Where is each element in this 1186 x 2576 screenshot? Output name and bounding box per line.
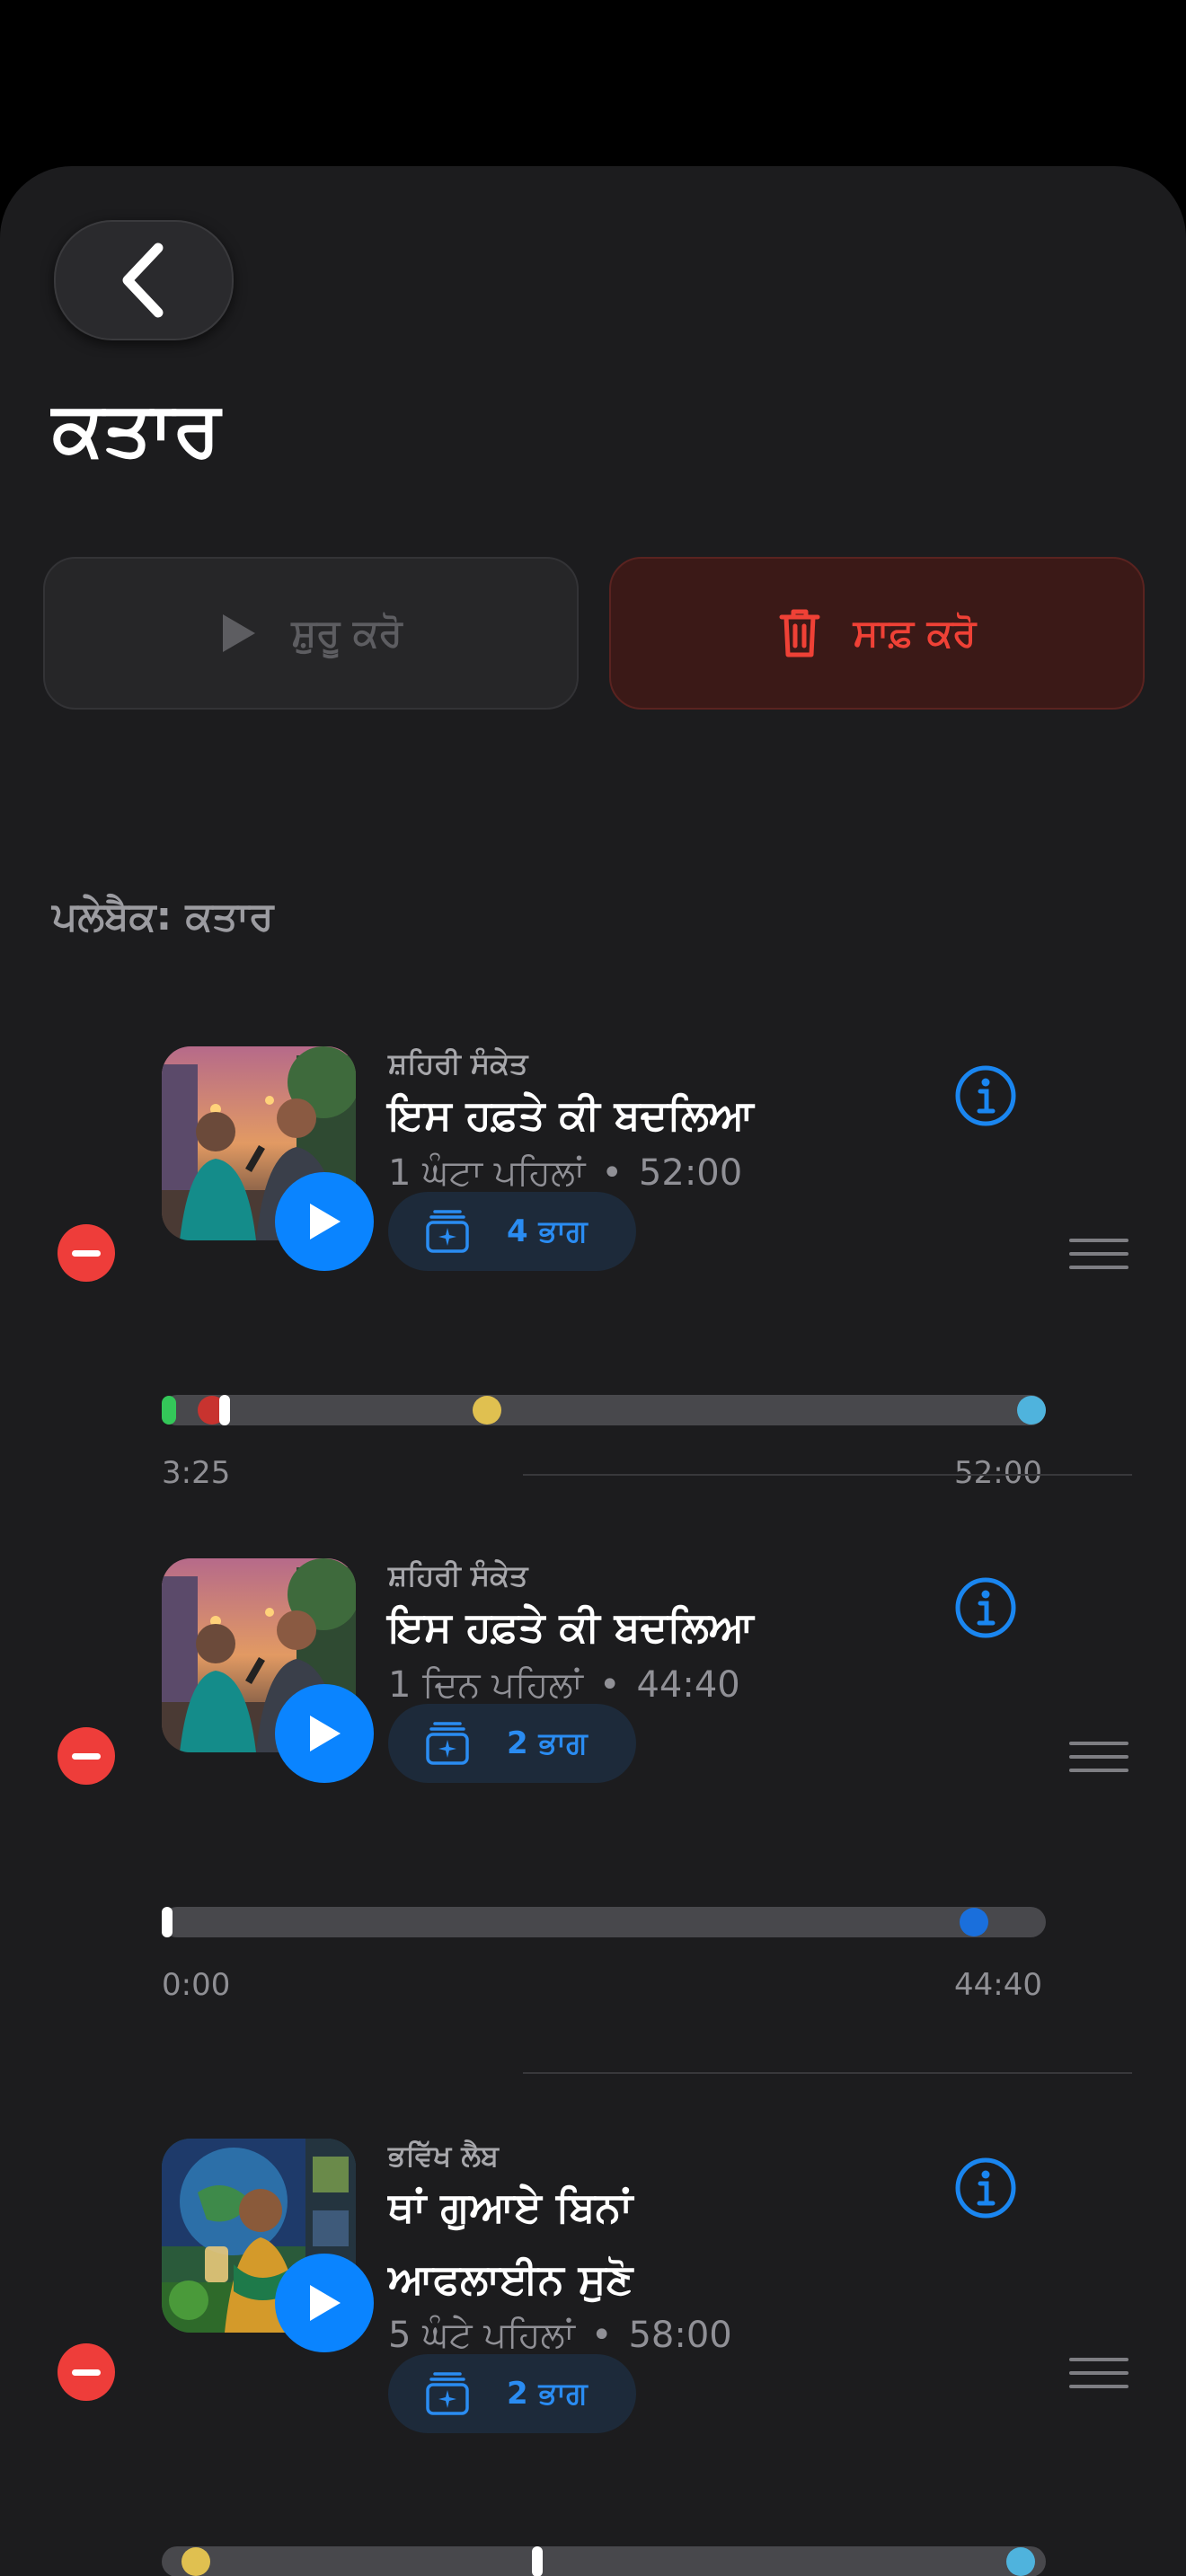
total-time: 44:40 [954, 1967, 1042, 2003]
episode-age: 5 ਘੰਟੇ ਪਹਿਲਾਂ [388, 2315, 575, 2356]
play-icon [310, 1204, 341, 1239]
episode-meta: 1 ਦਿਨ ਪਹਿਲਾਂ • 44:40 [388, 1664, 740, 1706]
show-name: ਭਵਿੱਖ ਲੈਬ [388, 2139, 499, 2173]
playhead[interactable] [219, 1395, 230, 1425]
chevron-left-icon [122, 243, 164, 318]
parts-button[interactable]: 2 ਭਾਗ [388, 2354, 636, 2433]
remove-button[interactable] [58, 1727, 115, 1785]
section-label: ਪਲੇਬੈਕ: ਕਤਾਰ [52, 894, 274, 940]
clear-label: ਸਾਫ਼ ਕਰੋ [853, 611, 977, 655]
trash-icon [779, 609, 820, 657]
chapter-marker [960, 1908, 988, 1936]
elapsed-time: 3:25 [162, 1455, 231, 1491]
chapter-marker [1006, 2547, 1035, 2576]
episode-age: 1 ਦਿਨ ਪਹਿਲਾਂ [388, 1664, 583, 1706]
parts-label: 2 ਭਾਗ [507, 1725, 588, 1761]
remove-button[interactable] [58, 2343, 115, 2401]
progress-track[interactable] [162, 2546, 1046, 2576]
drag-handle[interactable] [1069, 1742, 1128, 1782]
sparkle-stack-icon [426, 1210, 469, 1253]
parts-button[interactable]: 2 ਭਾਗ [388, 1704, 636, 1783]
total-time: 52:00 [954, 1455, 1042, 1491]
chapter-marker [181, 2547, 210, 2576]
progress-track[interactable] [162, 1907, 1046, 1937]
chapter-marker [162, 1396, 176, 1425]
list-item[interactable]: ਸ਼ਹਿਰੀ ਸੰਕੇਤ ਇਸ ਹਫ਼ਤੇ ਕੀ ਬਦਲਿਆ 1 ਘੰਟਾ ਪਹ… [0, 1046, 1186, 1567]
info-icon[interactable] [954, 1576, 1017, 1639]
playhead[interactable] [532, 2546, 543, 2576]
episode-duration: 44:40 [636, 1664, 740, 1706]
episode-title: ਇਸ ਹਫ਼ਤੇ ਕੀ ਬਦਲਿਆ [388, 1090, 754, 1139]
chapter-marker [473, 1396, 501, 1425]
clear-button[interactable]: ਸਾਫ਼ ਕਰੋ [609, 557, 1145, 710]
episode-meta: 1 ਘੰਟਾ ਪਹਿਲਾਂ • 52:00 [388, 1152, 743, 1194]
playhead[interactable] [162, 1907, 173, 1937]
play-icon [223, 614, 256, 652]
drag-handle[interactable] [1069, 2358, 1128, 2398]
sparkle-stack-icon [426, 2372, 469, 2415]
info-icon[interactable] [954, 1064, 1017, 1127]
episode-title: ਇਸ ਹਫ਼ਤੇ ਕੀ ਬਦਲਿਆ [388, 1602, 754, 1651]
play-button[interactable] [275, 2254, 374, 2352]
progress-track[interactable] [162, 1395, 1046, 1425]
play-button[interactable] [275, 1172, 374, 1271]
start-label: ਸ਼ੁਰੂ ਕਰੋ [291, 611, 403, 655]
sparkle-stack-icon [426, 1722, 469, 1765]
info-icon[interactable] [954, 2157, 1017, 2219]
episode-title-line: ਥਾਂ ਗੁਆਏ ਬਿਨਾਂ [388, 2183, 633, 2231]
episode-title-line: ਆਫਲਾਈਨ ਸੁਣੋ [388, 2254, 633, 2303]
list-item[interactable]: ਭਵਿੱਖ ਲੈਬ ਥਾਂ ਗੁਆਏ ਬਿਨਾਂ ਆਫਲਾਈਨ ਸੁਣੋ 5 ਘ… [0, 2139, 1186, 2576]
divider [523, 1474, 1132, 1476]
show-name: ਸ਼ਹਿਰੀ ਸੰਕੇਤ [388, 1558, 528, 1592]
episode-title: ਥਾਂ ਗੁਆਏ ਬਿਨਾਂ ਆਫਲਾਈਨ ਸੁਣੋ [388, 2171, 633, 2315]
page-title: ਕਤਾਰ [52, 384, 221, 472]
start-button[interactable]: ਸ਼ੁਰੂ ਕਰੋ [43, 557, 579, 710]
play-button[interactable] [275, 1684, 374, 1783]
episode-duration: 58:00 [628, 2315, 732, 2356]
episode-duration: 52:00 [638, 1152, 743, 1194]
parts-label: 4 ਭਾਗ [507, 1213, 588, 1249]
divider [523, 2072, 1132, 2074]
chapter-marker [1017, 1396, 1046, 1425]
parts-label: 2 ਭਾਗ [507, 2376, 588, 2412]
episode-age: 1 ਘੰਟਾ ਪਹਿਲਾਂ [388, 1152, 586, 1194]
drag-handle[interactable] [1069, 1239, 1128, 1279]
parts-button[interactable]: 4 ਭਾਗ [388, 1192, 636, 1271]
queue-sheet: ਕਤਾਰ ਸ਼ੁਰੂ ਕਰੋ ਸਾਫ਼ ਕਰੋ ਪਲੇਬੈਕ: ਕਤਾਰ ਸ਼ਹ… [0, 166, 1186, 2576]
elapsed-time: 0:00 [162, 1967, 231, 2003]
remove-button[interactable] [58, 1224, 115, 1282]
episode-meta: 5 ਘੰਟੇ ਪਹਿਲਾਂ • 58:00 [388, 2315, 732, 2356]
show-name: ਸ਼ਹਿਰੀ ਸੰਕੇਤ [388, 1046, 528, 1081]
play-icon [310, 1716, 341, 1751]
list-item[interactable]: ਸ਼ਹਿਰੀ ਸੰਕੇਤ ਇਸ ਹਫ਼ਤੇ ਕੀ ਬਦਲਿਆ 1 ਦਿਨ ਪਹਿ… [0, 1558, 1186, 2088]
play-icon [310, 2285, 341, 2321]
back-button[interactable] [54, 220, 234, 340]
